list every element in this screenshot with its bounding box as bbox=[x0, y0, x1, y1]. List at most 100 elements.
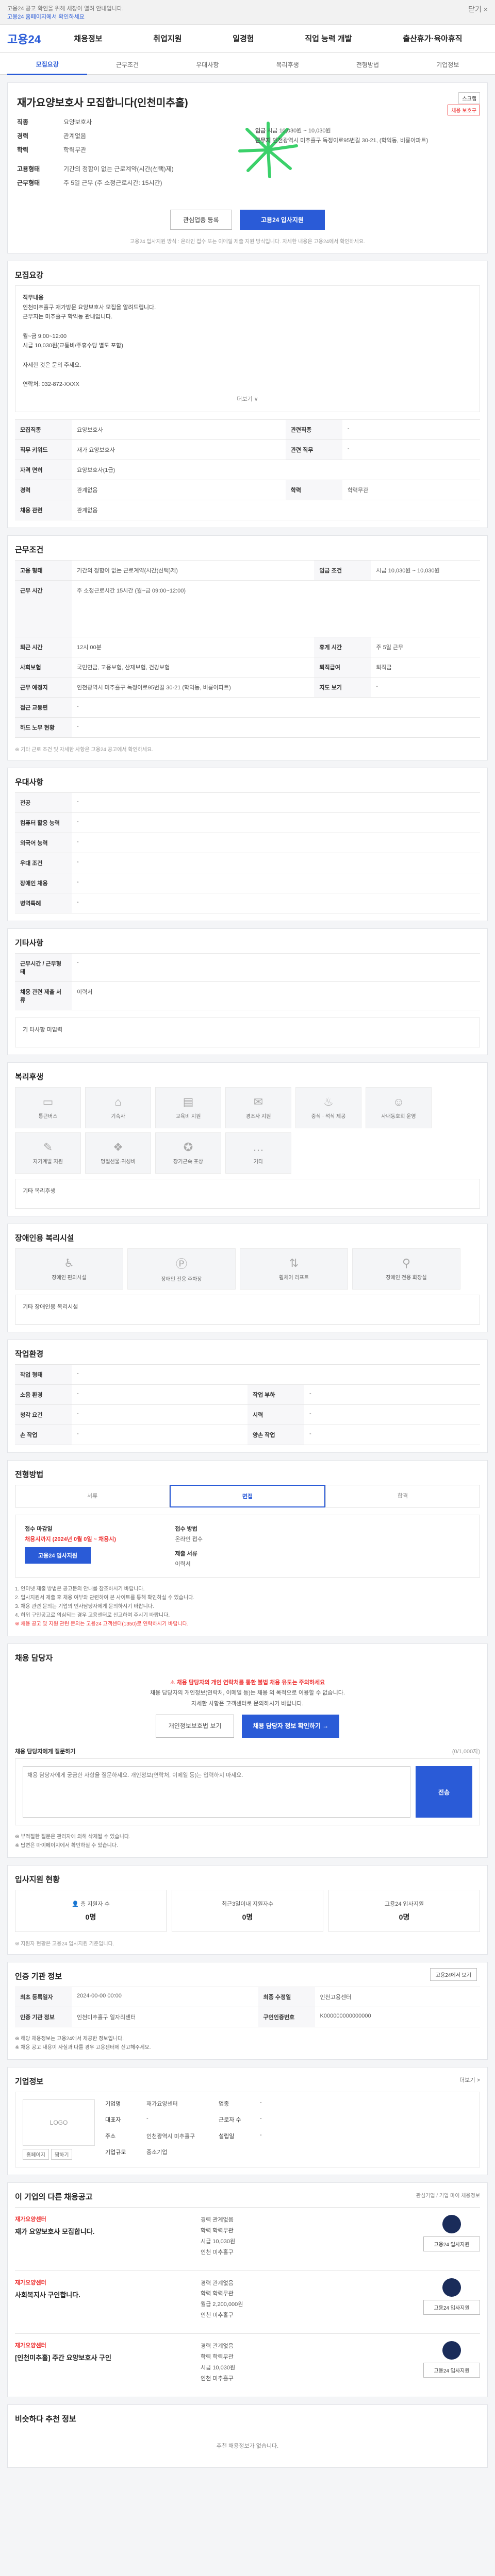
apply-button[interactable]: 고용24 입사지원 bbox=[423, 2363, 480, 2378]
avatar bbox=[442, 2215, 461, 2234]
env-table: 작업 형태 - 소음 환경 - 작업 부하 - 청각 요건 - 시력 - 손 작업 - 양손 작업… bbox=[15, 1364, 480, 1445]
company-more-link[interactable]: 더보기 > bbox=[459, 2076, 480, 2084]
ask-form: 전송 bbox=[15, 1758, 480, 1826]
menu-vocational-training[interactable]: 직업 능력 개발 bbox=[305, 33, 352, 44]
welfare-section: 복리후생 ▭ 통근버스 ⌂ 기숙사 ▤ 교육비 지원 ✉ 경조사 지원 ♨ 중식 · 석식… bbox=[7, 1062, 488, 1216]
table-row: 인증 기관 정보 인천미추홀구 일자리센터 구인인증번호 K0000000000000… bbox=[15, 2007, 480, 2028]
job-title: 재가요양보호사 모집합니다(인천미추홀) bbox=[17, 97, 188, 109]
table-row: 손 작업 - 양손 작업 - bbox=[15, 1424, 480, 1445]
company-section: 기업정보 더보기 > LOGO 홈페이지 찜하기 기업명 재가요양센터 업종 - 대표… bbox=[7, 2067, 488, 2176]
wage-address-box: 임금 시급 10,030원 ~ 10,030원 근무지 인천광역시 미추홀구 독… bbox=[255, 128, 428, 144]
section-title: 이 기업의 다른 채용공고 bbox=[15, 2193, 93, 2202]
etc-icon: … bbox=[253, 1141, 264, 1154]
notice-link[interactable]: 고용24 홈페이지에서 확인하세요 bbox=[7, 14, 85, 20]
avatar bbox=[442, 2341, 461, 2360]
section-title: 우대사항 bbox=[15, 777, 44, 787]
follow-button[interactable]: 찜하기 bbox=[51, 2149, 73, 2160]
step-pass: 합격 bbox=[325, 1484, 480, 1507]
process-steps: 서류 면접 합격 bbox=[15, 1484, 480, 1507]
step-interview: 면접 bbox=[170, 1484, 325, 1507]
manager-section: 채용 담당자 ⚠ 채용 담당자의 개인 연락처를 통한 불법 채용 유도는 주의… bbox=[7, 1643, 488, 1858]
recommend-section: 비슷하다 추천 정보 추천 채용정보가 없습니다. bbox=[7, 2404, 488, 2468]
stat-total: 👤 총 지원자 수 0명 bbox=[15, 1890, 167, 1933]
interest-button[interactable]: 관심업종 등록 bbox=[170, 210, 232, 230]
welfare-item: ☺ 사내동호회 운영 bbox=[366, 1087, 432, 1128]
status-badge: 채용 보호구 bbox=[448, 105, 480, 115]
tab-recruit[interactable]: 모집요강 bbox=[7, 60, 88, 75]
empty-message: 추천 채용정보가 없습니다. bbox=[216, 2443, 279, 2449]
apply-button[interactable]: 고용24 입사지원 bbox=[239, 210, 325, 230]
table-row: 자격 면허 요양보호사(1급) bbox=[15, 459, 480, 480]
facility-item: Ⓟ 장애인 전용 주차장 bbox=[127, 1248, 236, 1290]
table-row: 최초 등록일자 2024-00-00 00:00 최종 수정일 인천고용센터 bbox=[15, 1987, 480, 2008]
close-button[interactable]: 닫기 × bbox=[468, 4, 488, 14]
menu-jobs[interactable]: 채용정보 bbox=[74, 33, 102, 44]
manager-info-button[interactable]: 채용 담당자 정보 확인하기 → bbox=[242, 1715, 340, 1738]
more-button[interactable]: 더보기 ∨ bbox=[23, 395, 472, 404]
award-icon: ✪ bbox=[183, 1141, 193, 1154]
section-title: 작업환경 bbox=[15, 1349, 44, 1359]
table-row: 컴퓨터 활용 능력 - bbox=[15, 812, 480, 833]
welfare-item: … 기타 bbox=[225, 1132, 291, 1174]
meal-icon: ♨ bbox=[323, 1095, 334, 1109]
education-icon: ▤ bbox=[183, 1095, 194, 1109]
apply-button[interactable]: 고용24 입사지원 bbox=[423, 2236, 480, 2252]
table-row: 채용 관련 관계없음 bbox=[15, 499, 480, 520]
avatar bbox=[442, 2278, 461, 2297]
table-row: 근무 시간 주 소정근로시간 15시간 (월~금 09:00~12:00) bbox=[15, 580, 480, 637]
info-table: 최초 등록일자 2024-00-00 00:00 최종 수정일 인천고용센터 인증 기… bbox=[15, 1987, 480, 2028]
question-input[interactable] bbox=[23, 1766, 410, 1818]
menu-maternity-leave[interactable]: 출산휴가·육아휴직 bbox=[403, 33, 462, 44]
view-source-button[interactable]: 고용24에서 보기 bbox=[430, 1968, 477, 1981]
section-title: 전형방법 bbox=[15, 1470, 44, 1479]
section-title: 채용 담당자 bbox=[15, 1653, 53, 1663]
detail-tabs: 모집요강 근무조건 우대사항 복리후생 전형방법 기업정보 bbox=[0, 53, 495, 75]
tab-company[interactable]: 기업정보 bbox=[408, 60, 488, 74]
info-notes: ※ 해당 채용정보는 고용24에서 제공한 정보입니다. ※ 채용 공고 내용이… bbox=[15, 2036, 151, 2051]
menu-work-experience[interactable]: 일경험 bbox=[233, 33, 254, 44]
section-title: 장애인용 복리시설 bbox=[15, 1233, 74, 1243]
facility-box: 기타 장애인용 복리시설 bbox=[15, 1294, 480, 1325]
self-dev-icon: ✎ bbox=[43, 1141, 53, 1154]
list-item[interactable]: 재가요양센터 사회복지사 구인합니다. 경력 관계없음 학력 학력무관 월급 2,20… bbox=[15, 2270, 480, 2329]
table-row: 접근 교통편 - bbox=[15, 697, 480, 718]
table-row: 근무 예정지 인천광역시 미추홀구 독정이로95번길 30-21 (학익동, 비룡… bbox=[15, 676, 480, 698]
send-button[interactable]: 전송 bbox=[416, 1766, 472, 1818]
welfare-item: ✪ 장기근속 포상 bbox=[155, 1132, 221, 1174]
homepage-button[interactable]: 홈페이지 bbox=[23, 2149, 49, 2160]
table-row: 고용 형태 기간의 정함이 없는 근로계약(시간(선택)제) 임금 조건 시급 10,… bbox=[15, 560, 480, 581]
process-section: 전형방법 서류 면접 합격 접수 마감일 채용시까지 (2024년 0월 0일 … bbox=[7, 1460, 488, 1636]
tab-work[interactable]: 근무조건 bbox=[87, 60, 167, 74]
apply-button[interactable]: 고용24 입사지원 bbox=[25, 1547, 91, 1564]
tab-pref[interactable]: 우대사항 bbox=[168, 60, 248, 74]
scrap-button[interactable]: 스크랩 bbox=[458, 92, 480, 104]
table-row: 우대 조건 - bbox=[15, 852, 480, 873]
facility-icons: ♿ 장애인 편의시설 Ⓟ 장애인 전용 주차장 ⇅ 휠체어 리프트 ⚲ 장애인 전용 화… bbox=[8, 1248, 487, 1295]
stat-online: 고용24 입사지원 0명 bbox=[328, 1890, 480, 1933]
manager-warning: ⚠ 채용 담당자의 개인 연락처를 통한 불법 채용 유도는 주의하세요 채용 … bbox=[8, 1668, 487, 1747]
section-title: 기타사항 bbox=[15, 938, 44, 947]
list-item[interactable]: 재가요양센터 재가 요양보호사 모집합니다. 경력 관계없음 학력 학력무관 시급 1… bbox=[15, 2207, 480, 2265]
privacy-button[interactable]: 개인정보보호법 보기 bbox=[155, 1715, 235, 1738]
etc-box: 기 타사항 미입력 bbox=[15, 1017, 480, 1047]
recruit-table: 모집직종 요양보호사 관련직종 - 직무 키워드 재가 요양보호사 관련 직무 - 자격 면… bbox=[15, 419, 480, 520]
restroom-icon: ⚲ bbox=[402, 1257, 411, 1270]
pref-table: 전공 - 컴퓨터 활용 능력 - 외국어 능력 - 우대 조건 - 장애인 채용 - 병역… bbox=[15, 792, 480, 913]
welfare-item: ⌂ 기숙사 bbox=[85, 1087, 151, 1128]
site-logo[interactable]: 고용24 bbox=[7, 30, 48, 47]
facility-item: ⇅ 휠체어 리프트 bbox=[240, 1248, 348, 1290]
section-title: 인증 기관 정보 bbox=[15, 1972, 62, 1981]
tab-welfare[interactable]: 복리후생 bbox=[248, 60, 327, 74]
tab-process[interactable]: 전형방법 bbox=[327, 60, 407, 74]
welfare-item: ✉ 경조사 지원 bbox=[225, 1087, 291, 1128]
other-jobs-section: 이 기업의 다른 채용공고 관심기업 / 기업 마이 채용정보 재가요양센터 재가… bbox=[7, 2182, 488, 2397]
welfare-icons: ▭ 통근버스 ⌂ 기숙사 ▤ 교육비 지원 ✉ 경조사 지원 ♨ 중식 · 석식 제공 ☺… bbox=[8, 1087, 487, 1179]
apply-button[interactable]: 고용24 입사지원 bbox=[423, 2299, 480, 2315]
apply-hint: 고용24 입사지원 방식 : 온라인 접수 또는 이메일 제출 지원 방식입니다… bbox=[130, 239, 365, 245]
lift-icon: ⇅ bbox=[289, 1257, 299, 1270]
main-menu: 채용정보 취업지원 일경험 직업 능력 개발 출산휴가·육아휴직 bbox=[48, 33, 488, 44]
list-item[interactable]: 재가요양센터 [인천미추홀] 주간 요양보호사 구인 경력 관계없음 학력 학력무관… bbox=[15, 2333, 480, 2392]
work-note: ※ 기타 근로 조건 및 자세한 사항은 고용24 공고에서 확인하세요. bbox=[15, 747, 154, 753]
env-section: 작업환경 작업 형태 - 소음 환경 - 작업 부하 - 청각 요건 - 시력 - 손 작업 -… bbox=[7, 1339, 488, 1453]
menu-employment-support[interactable]: 취업지원 bbox=[153, 33, 182, 44]
